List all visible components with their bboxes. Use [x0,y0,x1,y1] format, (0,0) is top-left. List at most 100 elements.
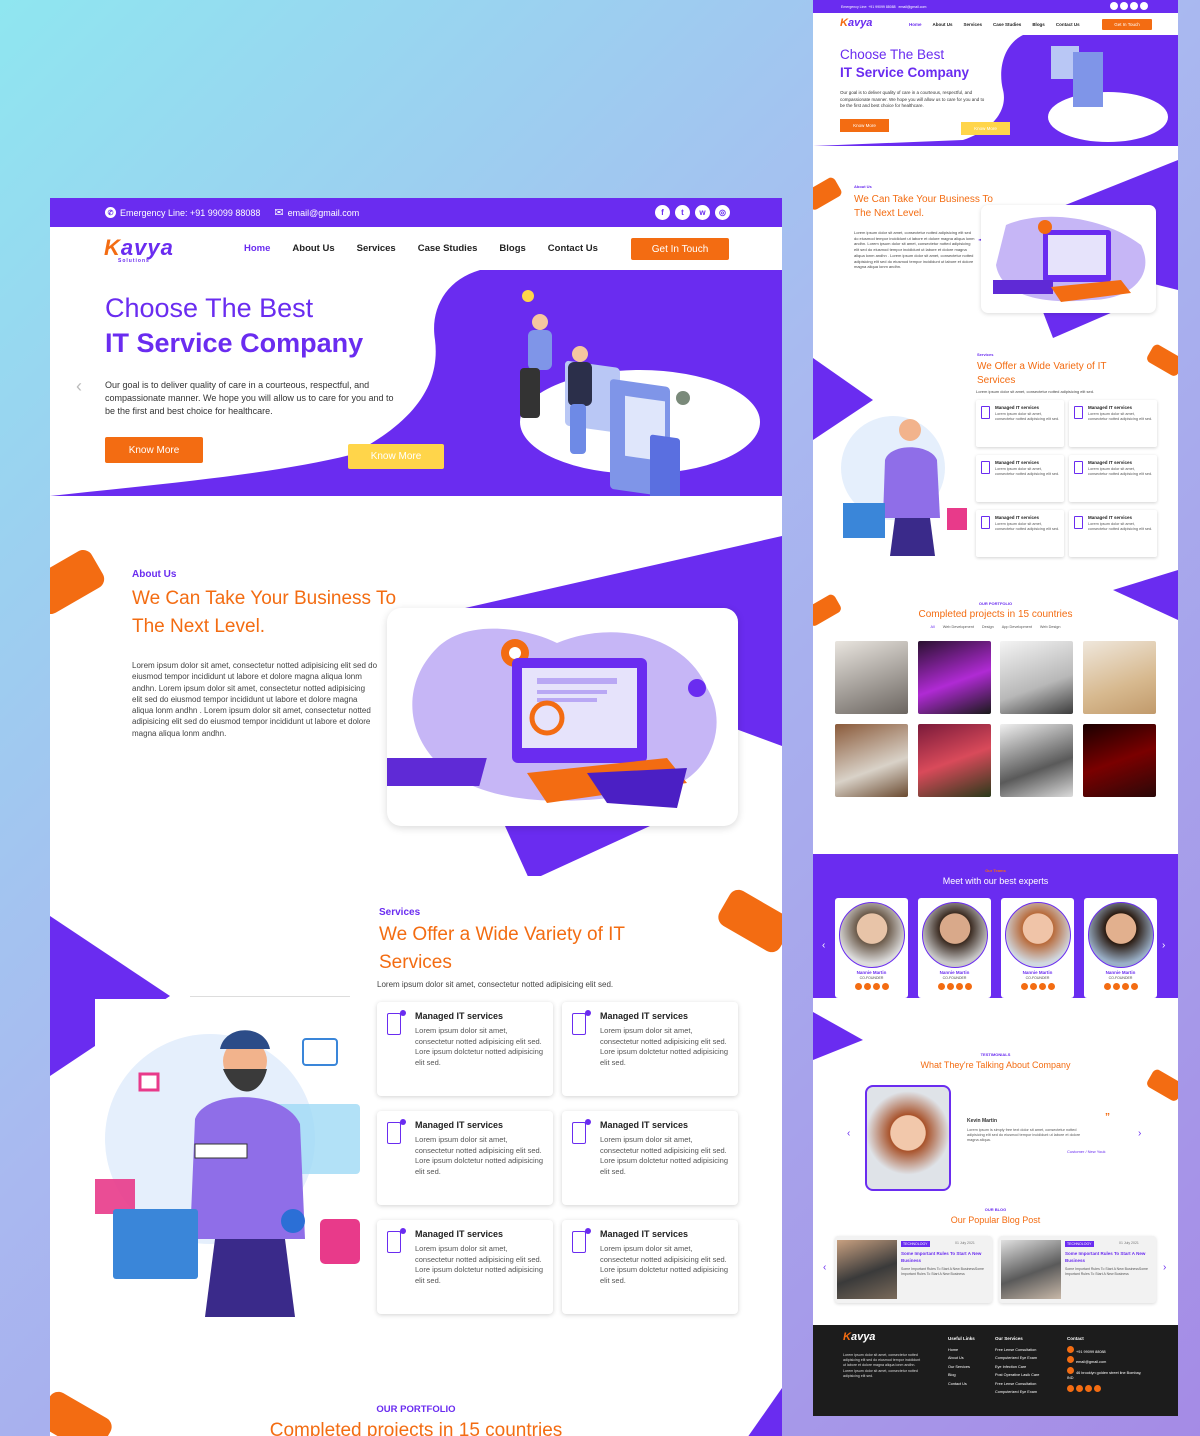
footer-logo[interactable]: Kavya [843,1331,875,1343]
blog-prev-icon[interactable]: ‹ [823,1262,826,1273]
email-info[interactable]: ✉ email@gmail.com [274,206,359,219]
service-card[interactable]: Managed IT services Lorem ipsum dolor sit… [976,455,1064,502]
service-icon [572,1228,591,1253]
twitter-icon[interactable] [946,983,954,990]
facebook-icon[interactable] [854,983,862,990]
logo[interactable]: Kavya Solutions [104,235,174,264]
service-card[interactable]: Managed IT services Lorem ipsum dolor sit… [377,1002,553,1096]
linkedin-icon[interactable] [1094,1384,1101,1392]
footer-service-link[interactable]: Eye Infection Care [995,1363,1039,1372]
service-card[interactable]: Managed IT services Lorem ipsum dolor sit… [1069,455,1157,502]
team-member-card[interactable]: Nannie Martin CO-FOUNDER [1084,898,1157,998]
service-card[interactable]: Managed IT services Lorem ipsum dolor sit… [377,1220,553,1314]
blog-next-icon[interactable]: › [1163,1262,1166,1273]
member-role: CO-FOUNDER [942,976,967,980]
nav-home[interactable]: Home [244,243,270,254]
team-member-card[interactable]: Nannie Martin CO-FOUNDER [835,898,908,998]
service-text: Lorem ipsum dolor sit amet, consectetur … [415,1135,542,1155]
portfolio-image[interactable] [835,641,908,714]
nav-contact[interactable]: Contact Us [548,243,598,254]
team-member-card[interactable]: Nannie Martin CO-FOUNDER [918,898,991,998]
carousel-prev-icon[interactable]: ‹ [76,376,82,397]
facebook-icon[interactable] [1020,983,1028,990]
instagram-icon[interactable] [1038,983,1046,990]
tab-design[interactable]: Design [982,625,994,629]
portfolio-image[interactable] [1000,724,1073,797]
footer-service-link[interactable]: Free Lense Consultation [995,1346,1039,1355]
footer-service-link[interactable]: Free Lense Consultation [995,1380,1039,1389]
instagram-icon[interactable] [1121,983,1129,990]
footer-email[interactable]: email@gmail.com [1067,1356,1147,1367]
service-card[interactable]: Managed IT services Lorem ipsum dolor sit… [377,1111,553,1205]
main-nav: Kavya Solutions Home About Us Services Ca… [50,227,782,270]
portfolio-image[interactable] [1000,641,1073,714]
footer-link[interactable]: Blog [948,1371,975,1380]
footer-service-link[interactable]: Computerized Eye Exam [995,1388,1039,1397]
service-title: Managed IT services [415,1011,504,1021]
twitter-icon[interactable] [863,983,871,990]
team-label: Our Teams [985,868,1006,873]
footer-contact-title: Contact [1067,1336,1084,1341]
footer-service-link[interactable]: Post Operative Lasik Care [995,1371,1039,1380]
service-card[interactable]: Managed IT services Lorem ipsum dolor sit… [976,510,1064,557]
know-more-secondary-button[interactable]: Know More [961,122,1010,135]
portfolio-image[interactable] [918,724,991,797]
team-next-icon[interactable]: › [1162,940,1165,951]
team-prev-icon[interactable]: ‹ [822,940,825,951]
instagram-icon[interactable] [872,983,880,990]
member-social [1084,983,1157,990]
service-card[interactable]: Managed IT services Lorem ipsum dolor sit… [562,1220,738,1314]
team-member-card[interactable]: Nannie Martin CO-FOUNDER [1001,898,1074,998]
footer-link[interactable]: Contact Us [948,1380,975,1389]
portfolio-header-mini: OUR PORTFOLIO Completed projects in 15 c… [813,601,1178,629]
linkedin-icon[interactable] [1047,983,1055,990]
instagram-icon[interactable] [955,983,963,990]
tab-web-design[interactable]: Web Design [1040,625,1061,629]
service-card[interactable]: Managed IT services Lorem ipsum dolor sit… [1069,510,1157,557]
footer-link[interactable]: About Us [948,1354,975,1363]
twitter-icon[interactable]: t [675,205,690,220]
nav-blogs[interactable]: Blogs [499,243,525,254]
portfolio-image[interactable] [835,724,908,797]
instagram-icon[interactable] [1085,1384,1092,1392]
service-card[interactable]: Managed IT services Lorem ipsum dolor sit… [562,1002,738,1096]
whatsapp-icon[interactable]: w [695,205,710,220]
services-subtext: Lorem ipsum dolor sit amet, consectetur … [377,980,614,989]
know-more-button[interactable]: Know More [840,119,889,132]
footer-link[interactable]: Our Services [948,1363,975,1372]
know-more-secondary-button[interactable]: Know More [348,444,444,469]
facebook-icon[interactable] [1103,983,1111,990]
linkedin-icon[interactable] [964,983,972,990]
tab-app-development[interactable]: App Development [1002,625,1032,629]
tab-web-development[interactable]: Web Development [943,625,974,629]
facebook-icon[interactable] [937,983,945,990]
portfolio-image[interactable] [1083,641,1156,714]
know-more-button[interactable]: Know More [105,437,203,463]
portfolio-image[interactable] [918,641,991,714]
top-bar: ✆ Emergency Line: +91 99099 88088 ✉ email@… [50,198,782,227]
tab-all[interactable]: All [930,625,934,629]
service-card[interactable]: Managed IT services Lorem ipsum dolor sit… [562,1111,738,1205]
facebook-icon[interactable]: f [655,205,670,220]
linkedin-icon[interactable] [1130,983,1138,990]
twitter-icon[interactable] [1076,1384,1083,1392]
blog-card[interactable]: TECHNOLOGY 01 July 2021 Some Important R… [835,1236,992,1303]
service-card[interactable]: Managed IT services Lorem ipsum dolor sit… [1069,400,1157,447]
blog-card[interactable]: TECHNOLOGY 01 July 2021 Some Important R… [999,1236,1156,1303]
nav-services[interactable]: Services [357,243,396,254]
instagram-icon[interactable]: ◎ [715,205,730,220]
avatar [1004,902,1071,968]
get-in-touch-button[interactable]: Get In Touch [631,238,729,260]
twitter-icon[interactable] [1112,983,1120,990]
testimonial-next-icon[interactable]: › [1138,1128,1141,1139]
facebook-icon[interactable] [1067,1384,1074,1392]
portfolio-image[interactable] [1083,724,1156,797]
linkedin-icon[interactable] [881,983,889,990]
twitter-icon[interactable] [1029,983,1037,990]
nav-case-studies[interactable]: Case Studies [418,243,478,254]
footer-link[interactable]: Home [948,1346,975,1355]
service-card[interactable]: Managed IT services Lorem ipsum dolor sit… [976,400,1064,447]
nav-about[interactable]: About Us [292,243,334,254]
testimonial-prev-icon[interactable]: ‹ [847,1128,850,1139]
footer-service-link[interactable]: Computerized Eye Exam [995,1354,1039,1363]
